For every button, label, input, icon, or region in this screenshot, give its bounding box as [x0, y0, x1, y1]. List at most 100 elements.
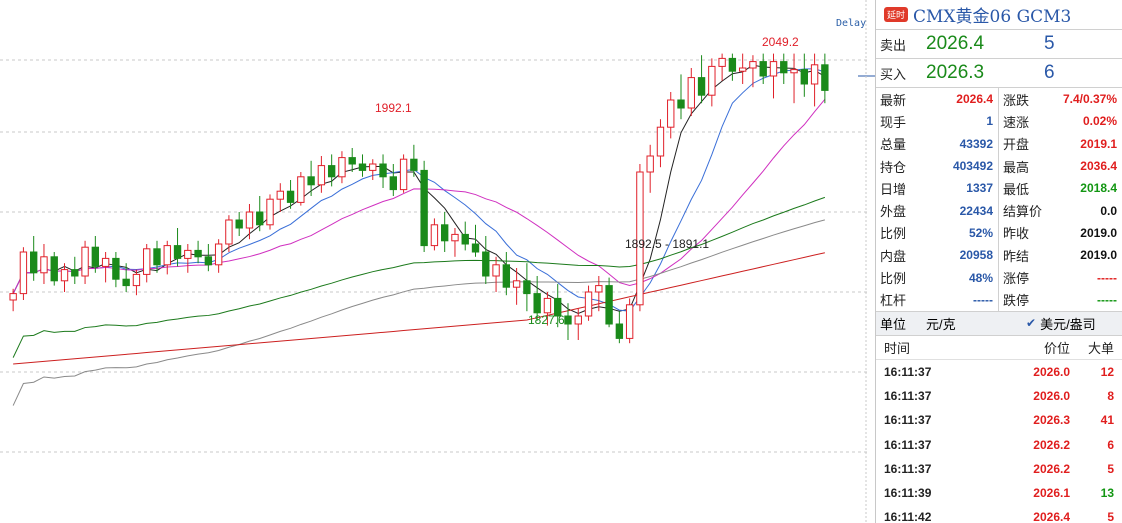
- candle-body: [297, 176, 305, 203]
- tick-volume: 8: [1107, 389, 1114, 404]
- candlestick-chart[interactable]: 2049.2 1992.1 1827.6 1892.5 - 1891.1: [0, 0, 875, 523]
- stat-value: 0.0: [1100, 203, 1117, 218]
- stat-value: -----: [1097, 292, 1117, 307]
- unit-toggle[interactable]: ✔ 美元/盎司: [1026, 314, 1096, 333]
- candle-body: [71, 269, 79, 277]
- candle-body: [430, 224, 439, 247]
- tick-time: 16:11:37: [884, 437, 932, 452]
- candle-body: [420, 169, 428, 247]
- candle-body: [728, 57, 737, 72]
- candle-body: [512, 280, 521, 288]
- candle-body: [276, 190, 284, 200]
- stat-label: 涨跌: [1003, 92, 1030, 108]
- candle-body: [800, 69, 808, 85]
- stat-row: 内盘 20958: [876, 244, 998, 266]
- tick-table-header: 时间 价位 大单: [876, 336, 1122, 360]
- kline-chart[interactable]: 2049.2 1992.1 1827.6 1892.5 - 1891.1 Del…: [0, 0, 875, 523]
- candle-body: [358, 163, 367, 171]
- candle-body: [286, 190, 295, 203]
- stat-value: 2018.4: [1080, 181, 1117, 196]
- candle-body: [266, 198, 274, 226]
- candle-body: [132, 273, 141, 287]
- tick-price: 2026.2: [1033, 461, 1070, 476]
- stat-value: 43392: [959, 136, 993, 151]
- stats-table: 最新 2026.4 现手 1 总量 43392 持仓 403492 日增 1337 外盘 22434 比…: [876, 88, 1122, 312]
- stat-value: 20958: [959, 248, 993, 263]
- stat-value: 2019.1: [1080, 136, 1117, 151]
- quote-panel: 延时 CMX黄金06 GCM3 卖出 2026.4 5 买入 2026.3 6 …: [875, 0, 1122, 523]
- stat-row: 涨停 -----: [999, 266, 1122, 288]
- stat-label: 最低: [1003, 181, 1030, 197]
- check-icon: ✔: [1026, 316, 1037, 331]
- candle-body: [81, 246, 89, 277]
- tick-list[interactable]: 16:11:37 2026.0 12 16:11:37 2026.0 8 16:11:37 2…: [876, 360, 1122, 523]
- chart-labels: 2049.2 1992.1 1827.6 1892.5 - 1891.1: [375, 35, 799, 327]
- candle-body: [256, 211, 264, 226]
- stats-right-column: 涨跌 7.4/0.37% 速涨 0.02% 开盘 2019.1 最高 2036.4 最低 2018…: [999, 88, 1122, 311]
- stat-row: 杠杆 -----: [876, 289, 998, 311]
- candle-body: [821, 64, 829, 91]
- tick-header-time: 时间: [884, 340, 911, 356]
- candle-body: [194, 249, 202, 258]
- panel-title-bar: 延时 CMX黄金06 GCM3: [876, 0, 1122, 30]
- stat-label: 日增: [880, 181, 907, 197]
- candle-body: [389, 176, 397, 191]
- candle-body: [667, 99, 675, 128]
- stat-label: 现手: [880, 114, 907, 130]
- candle-body: [595, 285, 603, 293]
- tick-price: 2026.4: [1033, 510, 1070, 523]
- delay-label: Delay: [836, 18, 867, 29]
- stat-label: 杠杆: [880, 293, 907, 309]
- tick-row: 16:11:37 2026.2 6: [876, 433, 1122, 457]
- moving-average-lines: [12, 64, 826, 406]
- sell-row: 卖出 2026.4 5: [876, 30, 1122, 59]
- stat-row: 最新 2026.4: [876, 88, 998, 110]
- tick-volume: 41: [1100, 413, 1114, 428]
- stat-label: 速涨: [1003, 114, 1030, 130]
- gap-price-label: 1892.5 - 1891.1: [625, 237, 709, 251]
- stat-row: 最高 2036.4: [999, 155, 1122, 177]
- buy-volume: 6: [1044, 62, 1055, 83]
- candle-body: [348, 157, 356, 165]
- tick-price: 2026.0: [1033, 389, 1070, 404]
- tick-price: 2026.2: [1033, 437, 1070, 452]
- tick-row: 16:11:39 2026.1 13: [876, 481, 1122, 505]
- candle-body: [399, 158, 408, 191]
- low-price-label: 1827.6: [528, 313, 565, 327]
- stat-row: 现手 1: [876, 110, 998, 132]
- delay-badge: 延时: [884, 7, 909, 22]
- candle-body: [759, 61, 767, 77]
- unit-row: 单位 元/克 ✔ 美元/盎司: [876, 311, 1122, 336]
- candle-body: [184, 249, 192, 259]
- candle-body: [163, 245, 171, 266]
- sell-price: 2026.4: [926, 33, 985, 54]
- sell-volume: 5: [1044, 33, 1055, 54]
- stat-value: 48%: [968, 270, 993, 285]
- stat-value: 1337: [966, 181, 993, 196]
- stat-label: 涨停: [1003, 271, 1030, 287]
- stat-label: 开盘: [1003, 137, 1030, 153]
- candle-body: [687, 77, 695, 109]
- candle-body: [625, 304, 634, 339]
- contract-title[interactable]: CMX黄金06 GCM3: [913, 2, 1071, 27]
- candle-body: [235, 219, 243, 229]
- stat-row: 外盘 22434: [876, 199, 998, 221]
- candle-body: [50, 256, 58, 282]
- stat-row: 跌停 -----: [999, 289, 1122, 311]
- stat-value: -----: [973, 292, 993, 307]
- candle-body: [101, 257, 110, 267]
- candle-body: [441, 224, 449, 242]
- candle-body: [369, 163, 377, 171]
- candle-body: [656, 126, 665, 157]
- candle-body: [677, 99, 685, 109]
- candle-body: [204, 256, 213, 266]
- candle-body: [492, 264, 500, 277]
- candle-body: [646, 155, 654, 173]
- tick-price: 2026.3: [1033, 413, 1070, 428]
- candle-body: [9, 293, 17, 301]
- stat-value: 0.02%: [1082, 114, 1117, 129]
- stat-label: 内盘: [880, 248, 907, 264]
- stat-label: 昨结: [1003, 248, 1030, 264]
- candle-body: [502, 264, 511, 288]
- stat-value: 7.4/0.37%: [1062, 92, 1117, 107]
